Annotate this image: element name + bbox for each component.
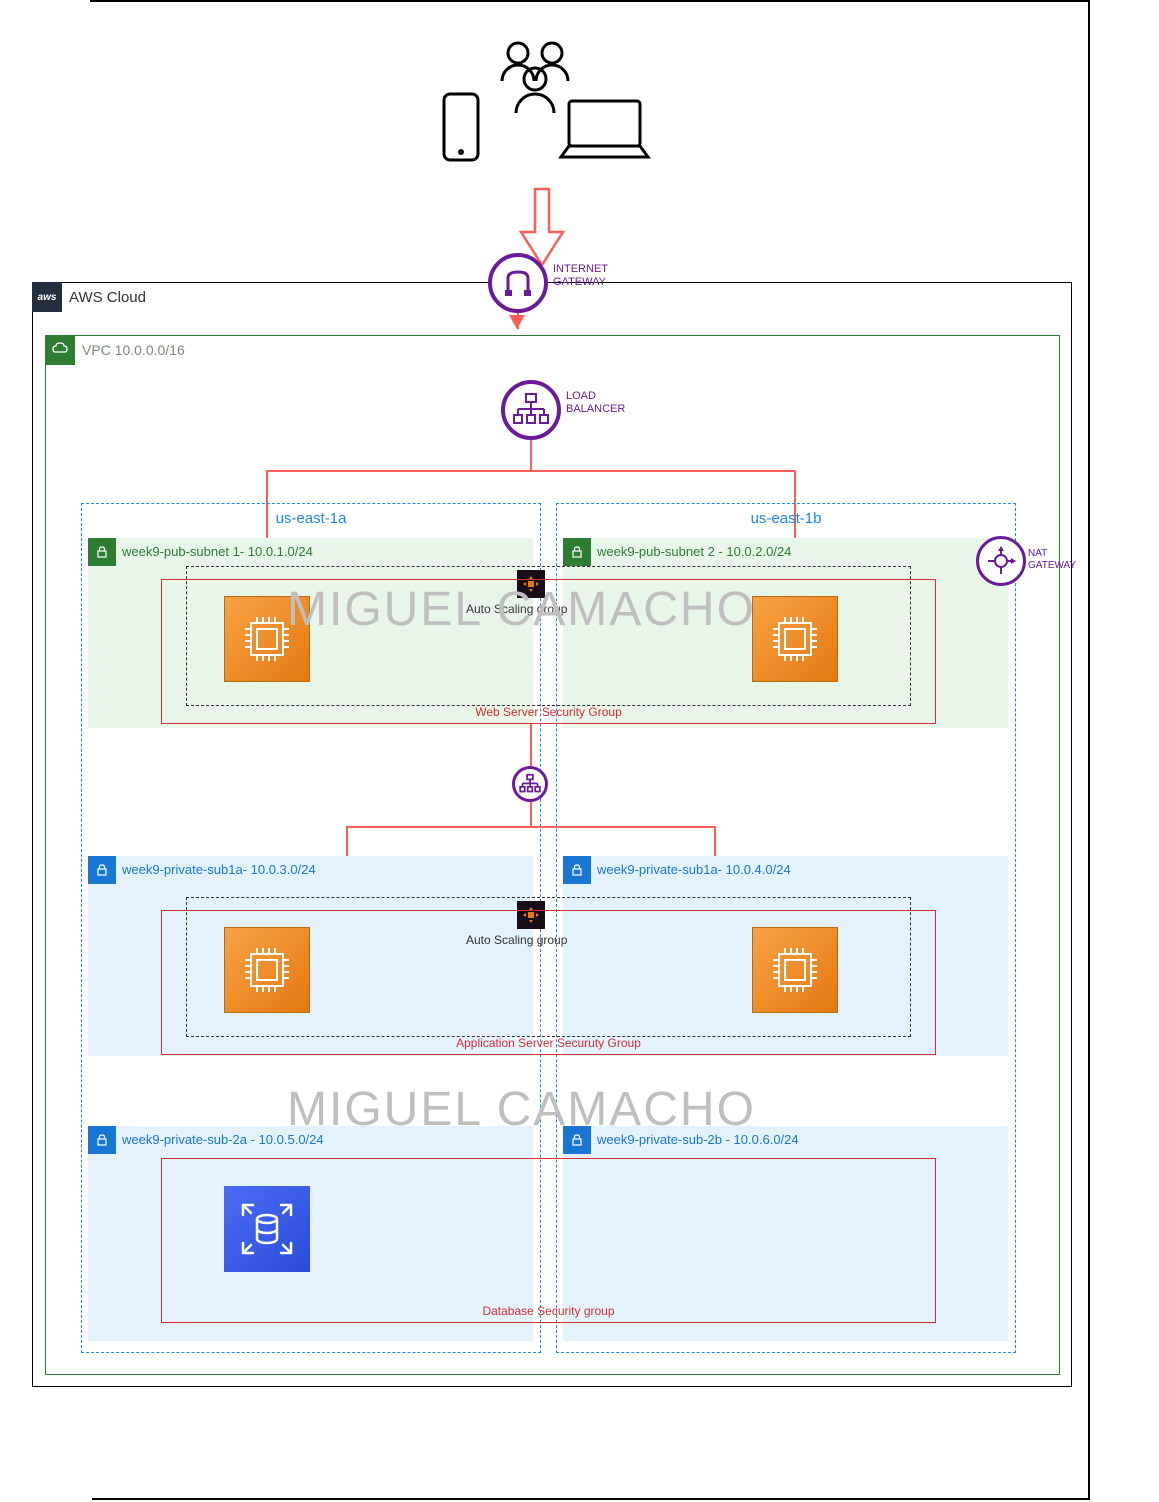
web-auto-scaling-group [186,566,911,706]
aws-logo-icon: aws [32,282,62,312]
internet-gateway-label: INTERNETGATEWAY [553,263,608,289]
internet-gateway-icon [488,253,548,313]
subnet-label: week9-pub-subnet 2 - 10.0.2.0/24 [597,544,791,559]
aws-cloud-container: aws AWS Cloud INTERNETGATEWAY VPC 10.0.0… [32,282,1072,1387]
subnet-label: week9-private-sub1a- 10.0.3.0/24 [122,862,316,877]
lock-icon [563,856,591,884]
nat-gateway-icon [976,536,1026,586]
subnet-label: week9-private-sub-2a - 10.0.5.0/24 [122,1132,324,1147]
diagram-page: MIGUEL CAMACHO MIGUEL CAMACHO aws AWS Cl… [90,0,1090,1500]
connector-line [530,440,532,470]
vpc-container: VPC 10.0.0.0/16 LOADBALANCER [45,335,1060,1375]
load-balancer-label: LOADBALANCER [566,390,625,416]
arrow-icon [509,315,525,329]
vpc-badge-icon [45,335,75,365]
subnet-label: week9-private-sub-2b - 10.0.6.0/24 [597,1132,799,1147]
aws-cloud-label: AWS Cloud [69,289,146,306]
lock-icon [88,538,116,566]
connector-line [530,724,532,768]
subnet-label: week9-pub-subnet 1- 10.0.1.0/24 [122,544,313,559]
internal-load-balancer-icon [512,766,548,802]
lock-icon [563,1126,591,1154]
laptop-icon [557,97,652,167]
vpc-label: VPC 10.0.0.0/16 [82,342,185,358]
nat-gateway-label: NATGATEWAY [1028,548,1076,572]
users-cluster [442,37,642,187]
subnet-label: week9-private-sub1a- 10.0.4.0/24 [597,862,791,877]
az-b-title: us-east-1b [557,510,1015,527]
sg-label: Web Server Security Group [162,705,935,719]
db-security-group: Database Security group [161,1158,936,1323]
sg-label: Application Server Securuty Group [162,1036,935,1050]
sg-label: Database Security group [162,1304,935,1318]
app-auto-scaling-group [186,897,911,1037]
lock-icon [88,856,116,884]
az-a-title: us-east-1a [82,510,540,527]
lock-icon [88,1126,116,1154]
phone-icon [442,92,480,167]
connector-line [530,802,532,826]
connector-line [346,826,716,828]
load-balancer-icon [501,380,561,440]
lock-icon [563,538,591,566]
connector-line [266,470,796,472]
